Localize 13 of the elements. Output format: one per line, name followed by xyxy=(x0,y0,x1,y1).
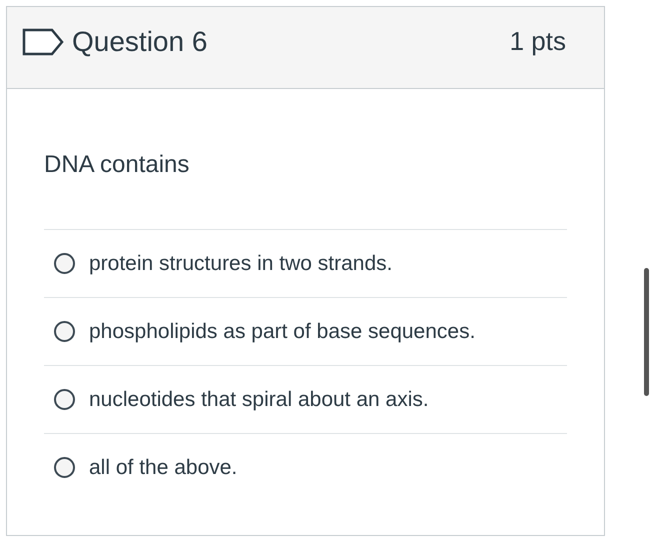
answer-label: all of the above. xyxy=(89,454,238,481)
radio-button[interactable] xyxy=(54,389,75,410)
answer-label: protein structures in two strands. xyxy=(89,250,392,277)
points-label: 1 pts xyxy=(510,25,566,58)
question-title: Question 6 xyxy=(72,24,208,58)
answer-label: nucleotides that spiral about an axis. xyxy=(89,386,429,413)
bookmark-icon xyxy=(22,28,64,56)
radio-button[interactable] xyxy=(54,457,75,478)
answer-label: phospholipids as part of base sequences. xyxy=(89,318,476,345)
question-text: DNA contains xyxy=(44,150,190,180)
scrollbar-thumb[interactable] xyxy=(644,268,649,396)
radio-button[interactable] xyxy=(54,321,75,342)
radio-button[interactable] xyxy=(54,253,75,274)
